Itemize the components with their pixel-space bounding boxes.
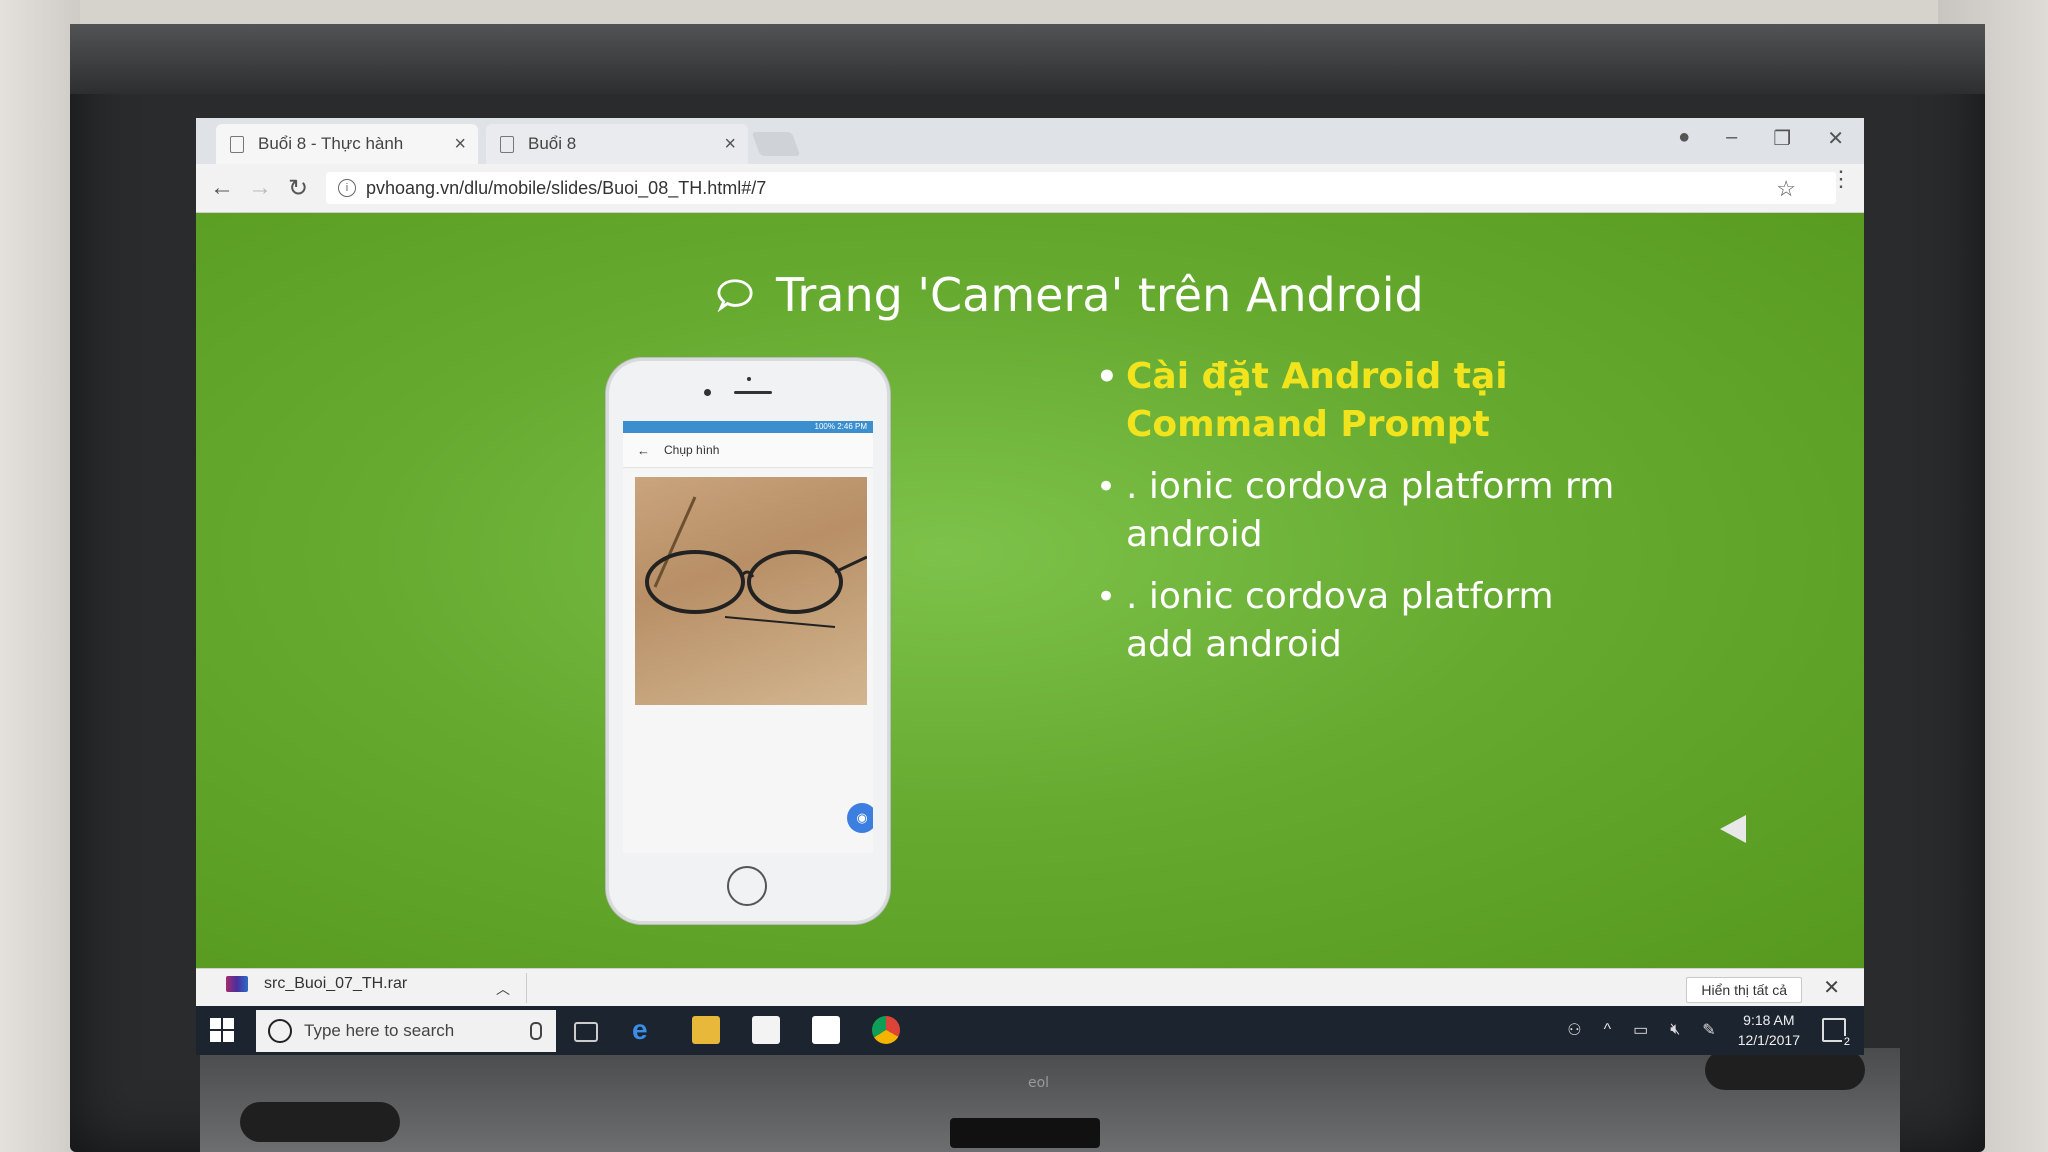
chevron-up-icon[interactable]: ︿	[496, 979, 510, 999]
tv-brand: eol	[1028, 1075, 1050, 1091]
edge-browser-icon[interactable]: e	[632, 1016, 660, 1044]
chevron-up-icon[interactable]: ^	[1604, 1021, 1612, 1039]
tab-strip: Buổi 8 - Thực hành × Buổi 8 × ● – ❐ ✕	[196, 118, 1864, 164]
phone-home-button	[727, 866, 767, 906]
tab-buoi-8-thuc-hanh[interactable]: Buổi 8 - Thực hành ×	[216, 124, 478, 164]
browser-toolbar: ← → ↻ i pvhoang.vn/dlu/mobile/slides/Buo…	[196, 164, 1864, 213]
bullet-item: . ionic cordova platform rm android	[1096, 463, 1616, 559]
tab-buoi-8[interactable]: Buổi 8 ×	[486, 124, 748, 164]
back-arrow-icon[interactable]: ←	[210, 174, 234, 202]
clock-time: 9:18 AM	[1743, 1012, 1795, 1028]
volume-muted-icon[interactable]: 🔇︎	[1670, 1021, 1680, 1039]
phone-status-bar: 100% 2:46 PM	[623, 421, 873, 433]
task-view-icon[interactable]	[574, 1022, 598, 1042]
download-file-name: src_Buoi_07_TH.rar	[264, 975, 408, 992]
wall-left	[0, 0, 80, 1152]
reload-icon[interactable]: ↻	[288, 174, 308, 203]
bookmark-star-icon[interactable]: ☆	[1776, 176, 1796, 202]
clock[interactable]: 9:18 AM 12/1/2017	[1738, 1010, 1800, 1050]
download-item[interactable]: src_Buoi_07_TH.rar	[226, 975, 407, 993]
previous-slide-arrow-icon[interactable]	[1720, 815, 1746, 843]
mail-icon[interactable]	[812, 1016, 840, 1044]
phone-screen: 100% 2:46 PM ← Chụp hình ◉	[623, 421, 873, 853]
bullet-list: Cài đặt Android tại Command Prompt . ion…	[1096, 353, 1616, 683]
menu-dots-icon[interactable]: ⋮	[1830, 166, 1852, 192]
clock-date: 12/1/2017	[1737, 1032, 1800, 1048]
taskbar-search-input[interactable]: Type here to search	[256, 1010, 556, 1052]
close-tab-icon[interactable]: ×	[724, 133, 736, 156]
window-controls: ● – ❐ ✕	[1678, 126, 1844, 151]
tv-screen: Buổi 8 - Thực hành × Buổi 8 × ● – ❐ ✕ ← …	[196, 118, 1864, 1055]
tv-top-frame	[70, 24, 1985, 94]
tab-label: Buổi 8 - Thực hành	[258, 134, 404, 153]
taskbar: Type here to search e ⚇ ^ ▭ 🔇︎ ✎ 9:18 AM…	[196, 1006, 1864, 1055]
bullet-item: . ionic cordova platform add android	[1096, 573, 1616, 669]
phone-sensor	[747, 377, 751, 381]
back-arrow-icon[interactable]: ←	[637, 443, 650, 458]
show-all-button[interactable]: Hiển thị tất cả	[1686, 977, 1802, 1003]
phone-app-bar: ← Chụp hình	[623, 433, 873, 468]
new-tab-button[interactable]	[751, 132, 801, 156]
forward-arrow-icon[interactable]: →	[248, 174, 272, 202]
microphone-icon[interactable]	[530, 1022, 542, 1040]
rar-archive-icon	[226, 976, 248, 992]
profile-icon[interactable]: ●	[1678, 126, 1690, 151]
notification-icon[interactable]: 2	[1822, 1018, 1852, 1048]
minimize-icon[interactable]: –	[1726, 126, 1737, 151]
close-window-icon[interactable]: ✕	[1827, 126, 1844, 151]
network-icon[interactable]: ▭	[1633, 1020, 1648, 1040]
phone-camera	[704, 389, 711, 396]
pen-icon[interactable]: ✎	[1702, 1020, 1715, 1040]
tab-label: Buổi 8	[528, 134, 577, 153]
slide-title-text: Trang 'Camera' trên Android	[776, 268, 1424, 322]
phone-speaker	[734, 391, 772, 394]
slide-title: Trang 'Camera' trên Android	[716, 268, 1424, 322]
tv-foot-left	[240, 1102, 400, 1142]
phone-mockup: 100% 2:46 PM ← Chụp hình ◉	[606, 358, 890, 924]
document-icon	[500, 135, 514, 153]
people-icon[interactable]: ⚇	[1567, 1020, 1581, 1040]
phone-app-title: Chụp hình	[664, 443, 720, 457]
tv-sensor	[950, 1118, 1100, 1148]
store-icon[interactable]	[752, 1016, 780, 1044]
speech-bubble-icon	[717, 279, 753, 313]
file-explorer-icon[interactable]	[692, 1016, 720, 1044]
bullet-item: Cài đặt Android tại Command Prompt	[1096, 353, 1616, 449]
windows-start-icon[interactable]	[210, 1018, 234, 1042]
notification-count: 2	[1841, 1036, 1852, 1048]
eyeglasses-photo	[645, 496, 867, 628]
slide: Trang 'Camera' trên Android 100% 2:46 PM…	[196, 213, 1864, 968]
camera-fab-button[interactable]: ◉	[847, 803, 873, 833]
address-bar[interactable]: i pvhoang.vn/dlu/mobile/slides/Buoi_08_T…	[326, 172, 1836, 204]
restore-icon[interactable]: ❐	[1773, 126, 1791, 151]
close-icon[interactable]: ✕	[1823, 975, 1840, 1000]
url-text: pvhoang.vn/dlu/mobile/slides/Buoi_08_TH.…	[366, 177, 767, 198]
system-tray: ⚇ ^ ▭ 🔇︎ ✎ 9:18 AM 12/1/2017 2	[1567, 1010, 1852, 1050]
chrome-icon[interactable]	[872, 1016, 900, 1044]
document-icon	[230, 135, 244, 153]
close-tab-icon[interactable]: ×	[454, 133, 466, 156]
cortana-icon	[268, 1019, 292, 1043]
divider	[526, 973, 527, 1003]
captured-photo	[635, 477, 867, 705]
download-bar: src_Buoi_07_TH.rar ︿ Hiển thị tất cả ✕	[196, 968, 1864, 1007]
tv-foot-right	[1705, 1050, 1865, 1090]
search-placeholder: Type here to search	[304, 1021, 455, 1040]
info-icon[interactable]: i	[338, 179, 356, 197]
